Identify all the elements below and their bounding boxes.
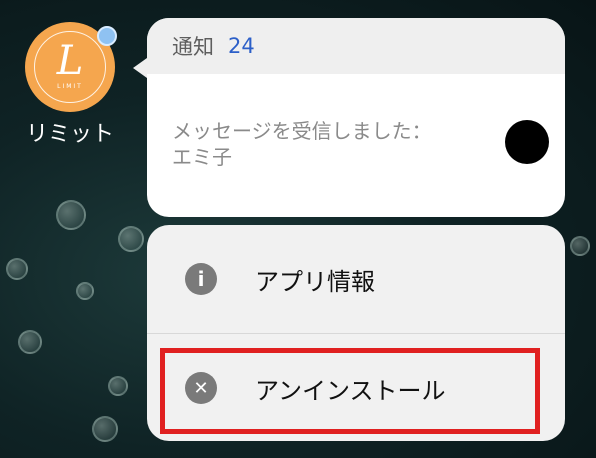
notification-sender: エミ子 bbox=[172, 145, 232, 169]
wallpaper-bubble bbox=[118, 226, 144, 252]
app-name: リミット bbox=[25, 122, 114, 147]
notification-header: 通知 24 bbox=[147, 18, 565, 74]
wallpaper-bubble bbox=[6, 258, 28, 280]
notification-badge bbox=[97, 26, 117, 46]
notification-body[interactable]: メッセージを受信しました： エミ子 bbox=[147, 74, 565, 170]
wallpaper-bubble bbox=[108, 376, 128, 396]
app-logo-text: LIMIT bbox=[57, 82, 83, 90]
menu-item-label: アプリ情報 bbox=[255, 267, 375, 296]
notification-count: 24 bbox=[228, 34, 255, 58]
wallpaper-bubble bbox=[56, 200, 86, 230]
info-icon: i bbox=[185, 263, 217, 295]
notification-message-line: メッセージを受信しました： bbox=[172, 119, 432, 143]
sender-avatar bbox=[505, 120, 549, 164]
wallpaper-bubble bbox=[570, 236, 590, 256]
highlight-box bbox=[160, 348, 540, 434]
wallpaper-bubble bbox=[76, 282, 94, 300]
notification-card[interactable]: 通知 24 メッセージを受信しました： エミ子 bbox=[133, 18, 565, 217]
wallpaper-bubble bbox=[18, 330, 42, 354]
app-logo-letter: L bbox=[56, 37, 84, 84]
wallpaper-bubble bbox=[92, 416, 118, 442]
notification-message: メッセージを受信しました： エミ子 bbox=[172, 118, 472, 170]
app-logo: L LIMIT bbox=[34, 31, 106, 103]
menu-item-app-info[interactable]: i アプリ情報 bbox=[147, 225, 565, 333]
notification-title: 通知 bbox=[172, 35, 214, 59]
